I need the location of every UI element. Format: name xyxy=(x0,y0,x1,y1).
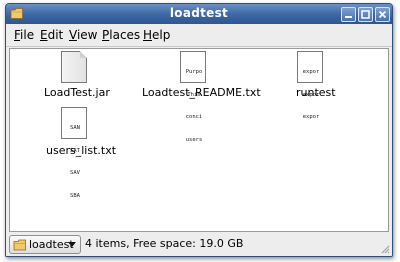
close-icon xyxy=(378,10,387,19)
file-item-runtest[interactable]: expor expor expor runtest xyxy=(278,49,348,120)
location-label: loadtest xyxy=(29,238,74,251)
maximize-icon xyxy=(361,10,370,19)
file-manager-window: loadtest File Edit View Places Help Load… xyxy=(5,3,393,257)
file-item-readme[interactable]: Purpo This conci users Loadtest_README.t… xyxy=(136,49,261,143)
minimize-icon xyxy=(345,16,352,18)
minimize-button[interactable] xyxy=(341,7,356,22)
text-file-icon: Purpo This conci users xyxy=(180,51,206,143)
chevron-down-icon xyxy=(68,242,76,247)
menu-bar: File Edit View Places Help xyxy=(6,24,392,47)
file-item-users-list[interactable]: SAN SAT SAV SBA users_list.txt xyxy=(40,105,116,199)
close-button[interactable] xyxy=(375,7,390,22)
file-label: users_list.txt xyxy=(46,144,117,157)
resize-grip-icon[interactable] xyxy=(380,244,390,254)
file-icon-view[interactable]: LoadTest.jar Purpo This conci users Load… xyxy=(9,48,389,232)
folder-icon xyxy=(13,239,26,251)
script-file-icon: expor expor expor xyxy=(297,51,323,120)
file-preview: SAN SAT SAV SBA xyxy=(70,125,80,199)
status-summary: 4 items, Free space: 19.0 GB xyxy=(85,237,244,250)
menu-edit[interactable]: Edit xyxy=(40,28,63,42)
file-preview: Purpo This conci users xyxy=(185,69,203,143)
location-button[interactable]: loadtest xyxy=(9,235,81,254)
title-bar[interactable]: loadtest xyxy=(6,4,392,24)
file-label: Loadtest_README.txt xyxy=(142,86,261,99)
window-title: loadtest xyxy=(169,6,229,20)
menu-view[interactable]: View xyxy=(69,28,97,42)
file-item-loadtest-jar[interactable]: LoadTest.jar xyxy=(40,49,110,103)
file-label: runtest xyxy=(296,86,336,99)
menu-file[interactable]: File xyxy=(14,28,34,42)
file-label: LoadTest.jar xyxy=(44,86,110,99)
menu-places[interactable]: Places xyxy=(102,28,140,42)
maximize-button[interactable] xyxy=(358,7,373,22)
menu-help[interactable]: Help xyxy=(143,28,170,42)
status-bar: loadtest 4 items, Free space: 19.0 GB xyxy=(6,232,392,256)
text-file-icon: SAN SAT SAV SBA xyxy=(61,107,87,199)
jar-file-icon xyxy=(61,51,87,83)
